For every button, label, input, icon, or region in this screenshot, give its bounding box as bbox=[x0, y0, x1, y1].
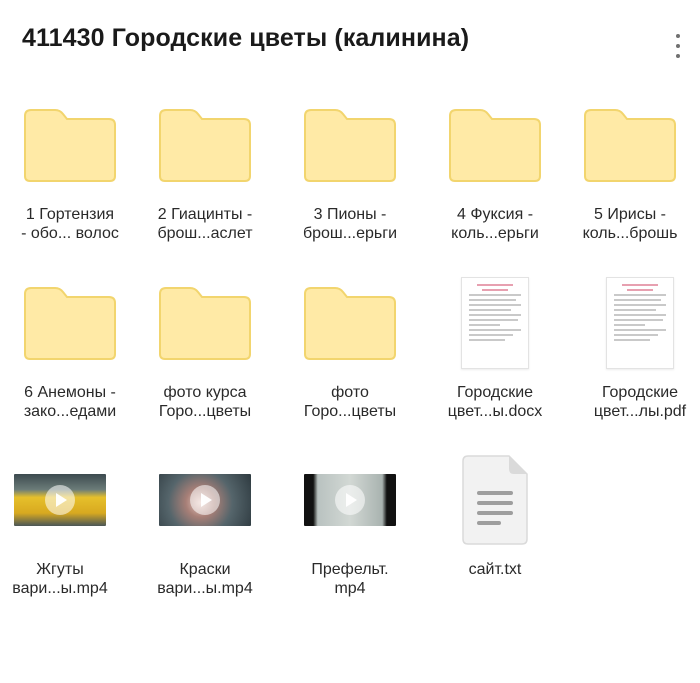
item-label-line2: цвет...ы.docx bbox=[447, 403, 543, 420]
item-label-line2: Горо...цветы bbox=[303, 403, 397, 420]
item-label-line1: Городские bbox=[456, 384, 534, 401]
folder-icon bbox=[425, 95, 565, 195]
text-file-icon bbox=[425, 450, 565, 550]
item-label-line2: mp4 bbox=[334, 580, 366, 597]
pdf-preview-icon bbox=[570, 273, 700, 373]
item-label: 2 Гиацинты - брош...аслет bbox=[135, 205, 275, 243]
item-label-line2: коль...брошь bbox=[582, 225, 678, 242]
item-label-line1: Префельт. bbox=[311, 561, 389, 578]
folder-icon bbox=[280, 273, 420, 373]
item-label-line2: брош...ерьги bbox=[302, 225, 398, 242]
item-label-line1: 4 Фуксия - bbox=[456, 206, 534, 223]
item-label-line2: брош...аслет bbox=[157, 225, 253, 242]
document-preview-icon bbox=[425, 273, 565, 373]
item-label: Городские цвет...ы.docx bbox=[425, 383, 565, 421]
item-label: Краски вари...ы.mp4 bbox=[135, 560, 275, 598]
video-thumbnail bbox=[135, 450, 275, 550]
item-label-line2: Горо...цветы bbox=[158, 403, 252, 420]
video-thumbnail bbox=[280, 450, 420, 550]
item-label-line1: фото курса bbox=[163, 384, 247, 401]
play-icon bbox=[190, 485, 220, 515]
video-tile[interactable]: Префельт. mp4 bbox=[280, 450, 420, 610]
folder-icon bbox=[0, 95, 140, 195]
folder-icon bbox=[560, 95, 700, 195]
item-label-line1: 2 Гиацинты - bbox=[157, 206, 253, 223]
item-label: Префельт. mp4 bbox=[280, 560, 420, 598]
text-file-tile[interactable]: сайт.txt bbox=[425, 450, 565, 610]
item-label: Жгуты вари...ы.mp4 bbox=[0, 560, 130, 598]
folder-icon bbox=[280, 95, 420, 195]
document-tile[interactable]: Городские цвет...лы.pdf bbox=[570, 273, 700, 433]
item-label-line1: 6 Анемоны - bbox=[24, 384, 116, 401]
video-tile[interactable]: Жгуты вари...ы.mp4 bbox=[0, 450, 130, 610]
document-tile[interactable]: Городские цвет...ы.docx bbox=[425, 273, 565, 433]
folder-icon bbox=[0, 273, 140, 373]
item-label-line1: Городские bbox=[601, 384, 679, 401]
page-title: 411430 Городские цветы (калинина) bbox=[22, 24, 470, 52]
item-label-line2: - обо... волос bbox=[21, 225, 119, 242]
item-label-line1: сайт.txt bbox=[468, 561, 522, 578]
item-label-line1: фото bbox=[331, 384, 369, 401]
video-tile[interactable]: Краски вари...ы.mp4 bbox=[135, 450, 275, 610]
item-label-line2: вари...ы.mp4 bbox=[157, 580, 253, 597]
folder-tile[interactable]: 1 Гортензия - обо... волос bbox=[0, 95, 140, 255]
folder-tile[interactable]: фото Горо...цветы bbox=[280, 273, 420, 433]
item-label: фото Горо...цветы bbox=[280, 383, 420, 421]
play-icon bbox=[45, 485, 75, 515]
folder-icon bbox=[135, 273, 275, 373]
item-label-line1: 5 Ирисы - bbox=[594, 206, 666, 223]
item-label-line1: Жгуты bbox=[36, 561, 84, 578]
item-label: сайт.txt bbox=[425, 560, 565, 579]
item-label-line1: 3 Пионы - bbox=[313, 206, 387, 223]
item-label-line2: зако...едами bbox=[23, 403, 117, 420]
item-label: Городские цвет...лы.pdf bbox=[570, 383, 700, 421]
play-icon bbox=[335, 485, 365, 515]
folder-tile[interactable]: 2 Гиацинты - брош...аслет bbox=[135, 95, 275, 255]
folder-tile[interactable]: 6 Анемоны - зако...едами bbox=[0, 273, 140, 433]
item-label: фото курса Горо...цветы bbox=[135, 383, 275, 421]
item-label: 6 Анемоны - зако...едами bbox=[0, 383, 140, 421]
item-label-line1: Краски bbox=[179, 561, 231, 578]
header: 411430 Городские цветы (калинина) bbox=[0, 0, 700, 78]
folder-tile[interactable]: фото курса Горо...цветы bbox=[135, 273, 275, 433]
item-label-line2: коль...ерьги bbox=[451, 225, 539, 242]
item-label: 4 Фуксия - коль...ерьги bbox=[425, 205, 565, 243]
item-label: 3 Пионы - брош...ерьги bbox=[280, 205, 420, 243]
item-label: 1 Гортензия - обо... волос bbox=[0, 205, 140, 243]
item-label-line2: цвет...лы.pdf bbox=[593, 403, 687, 420]
folder-tile[interactable]: 4 Фуксия - коль...ерьги bbox=[425, 95, 565, 255]
folder-icon bbox=[135, 95, 275, 195]
grid-row: 6 Анемоны - зако...едами фото курса Горо… bbox=[0, 273, 700, 433]
folder-tile[interactable]: 3 Пионы - брош...ерьги bbox=[280, 95, 420, 255]
grid-row: Жгуты вари...ы.mp4 Краски вари...ы.mp4 П… bbox=[0, 450, 700, 610]
grid-row: 1 Гортензия - обо... волос 2 Гиацинты - … bbox=[0, 95, 700, 255]
item-label-line2: вари...ы.mp4 bbox=[12, 580, 108, 597]
folder-tile[interactable]: 5 Ирисы - коль...брошь bbox=[560, 95, 700, 255]
video-thumbnail bbox=[0, 450, 130, 550]
item-label: 5 Ирисы - коль...брошь bbox=[560, 205, 700, 243]
more-vertical-icon[interactable] bbox=[668, 34, 688, 58]
item-label-line1: 1 Гортензия bbox=[25, 206, 115, 223]
